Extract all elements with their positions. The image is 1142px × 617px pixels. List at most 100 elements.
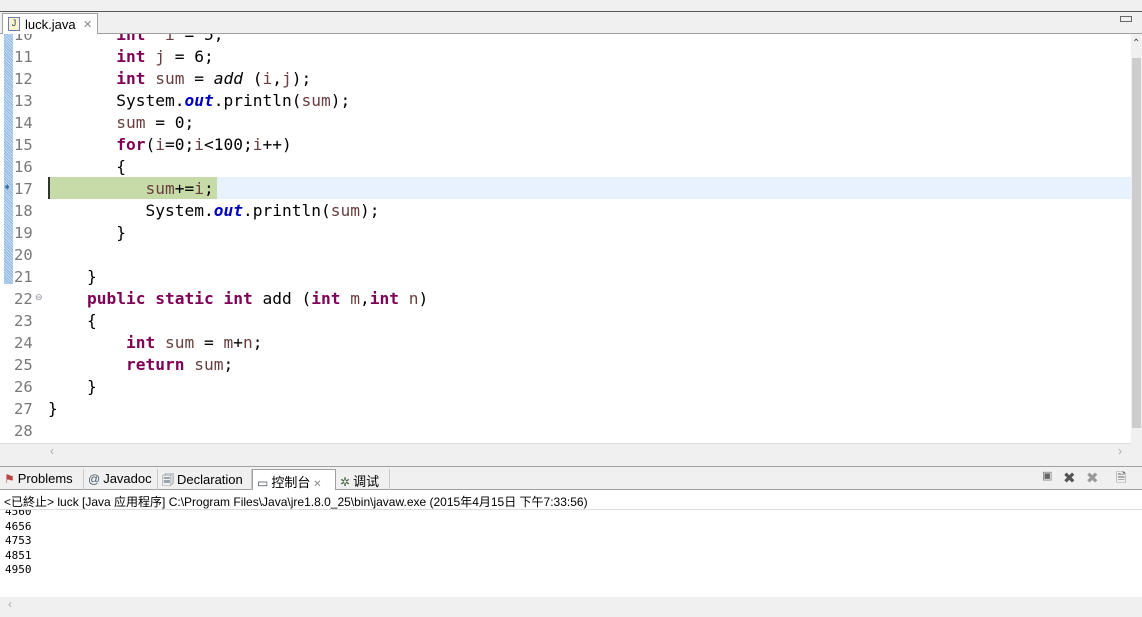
- code-line: }: [116, 222, 126, 244]
- code-token: return: [126, 355, 185, 374]
- close-icon[interactable]: ✕: [83, 18, 92, 31]
- panel-tab[interactable]: @ Javadoc: [84, 469, 158, 490]
- line-number: 15: [14, 136, 33, 154]
- line-number: 20: [14, 246, 33, 264]
- panel-tab-label: 调试: [353, 474, 380, 489]
- line-number: 22: [14, 290, 33, 308]
- panel-tab[interactable]: ▭ 控制台 ✕: [252, 469, 336, 490]
- code-line: }: [48, 398, 58, 420]
- code-token: m: [223, 333, 234, 352]
- console-line: 4851: [5, 548, 32, 562]
- code-token: ): [418, 289, 429, 308]
- code-token: }: [87, 377, 97, 396]
- code-token: =: [194, 333, 224, 352]
- code-line: int i = 5;: [116, 34, 223, 46]
- code-token: n: [243, 333, 253, 352]
- line-number: 13: [14, 92, 33, 110]
- code-token: +: [233, 333, 243, 352]
- code-token: sum: [165, 333, 195, 352]
- terminate-icon[interactable]: ▣: [1042, 469, 1052, 482]
- scroll-up-icon[interactable]: ⌃: [1132, 38, 1140, 49]
- code-token: .println(: [213, 91, 302, 110]
- panel-tab[interactable]: 🗐 Declaration: [158, 469, 252, 490]
- instruction-pointer-icon: ➧: [3, 182, 12, 193]
- line-number: 25: [14, 356, 33, 374]
- code-token: int: [126, 333, 156, 352]
- declaration-icon: 🗐: [162, 473, 174, 487]
- code-token: sum: [194, 355, 224, 374]
- scrollbar-thumb[interactable]: [1132, 58, 1141, 428]
- code-token: i: [155, 135, 165, 154]
- tab-luck-java[interactable]: J luck.java ✕: [2, 13, 98, 35]
- remove-launch-icon[interactable]: ✖: [1063, 469, 1076, 487]
- console-output[interactable]: 4560 4656 4753 4851 4950: [0, 510, 1142, 597]
- panel-tab[interactable]: ⚑ Problems: [0, 469, 84, 490]
- code-token: ++): [262, 135, 292, 154]
- code-line: return sum;: [126, 354, 233, 376]
- line-number: 16: [14, 158, 33, 176]
- code-token: );: [330, 91, 351, 110]
- code-token: }: [116, 223, 126, 242]
- code-token: );: [359, 201, 380, 220]
- remove-all-icon[interactable]: ✖: [1086, 469, 1099, 487]
- code-token: System.: [145, 201, 214, 220]
- code-token: +=: [174, 179, 195, 198]
- code-token: }: [87, 267, 97, 286]
- code-token: n: [408, 289, 419, 308]
- code-token: for: [116, 135, 146, 154]
- code-token: ;: [223, 355, 234, 374]
- line-number: 19: [14, 224, 33, 242]
- code-line: int j = 6;: [116, 46, 213, 68]
- line-number: 11: [14, 48, 33, 66]
- console-line: 4560: [5, 510, 32, 518]
- console-line: 4656: [5, 519, 32, 533]
- code-token: = 5;: [174, 34, 224, 44]
- editor-tab-bar: J luck.java ✕: [0, 12, 1142, 35]
- panel-tab-label: Problems: [17, 471, 73, 486]
- scroll-left-icon[interactable]: ‹: [50, 444, 54, 458]
- scroll-right-icon[interactable]: ›: [1118, 444, 1122, 458]
- code-token: i: [194, 135, 204, 154]
- code-line: }: [87, 266, 97, 288]
- code-token: j: [282, 69, 292, 88]
- line-number: 23: [14, 312, 33, 330]
- line-number: 10: [14, 34, 33, 44]
- close-icon[interactable]: ✕: [310, 479, 321, 490]
- panel-tab-label: Javadoc: [103, 471, 152, 486]
- code-token: =: [184, 69, 214, 88]
- code-token: static: [155, 289, 214, 308]
- code-token: int: [369, 289, 399, 308]
- bottom-panel-tabs: ⚑ Problems @ Javadoc 🗐 Declaration ▭ 控制台 ✕ ✲ 调试: [0, 466, 1142, 490]
- horizontal-scrollbar[interactable]: ‹ ›: [0, 443, 1131, 458]
- code-token: i: [165, 34, 175, 44]
- code-token: {: [116, 157, 126, 176]
- scroll-left-icon[interactable]: ‹: [8, 597, 12, 611]
- code-editor[interactable]: ➧ ⊖ 10 int i = 5; 11 int j = 6; 12 int sum = …: [0, 34, 1131, 443]
- main-toolbar: [0, 0, 1142, 12]
- code-line: for(i=0;i<100;i++): [116, 134, 291, 156]
- code-token: m: [350, 289, 360, 308]
- line-number: 28: [14, 422, 33, 440]
- code-line: int sum = m+n;: [126, 332, 263, 354]
- minimize-icon[interactable]: [1120, 16, 1132, 22]
- code-token: int: [116, 69, 146, 88]
- code-token: int: [116, 34, 146, 44]
- console-header: <已終止> luck [Java 应用程序] C:\Program Files\…: [0, 490, 1142, 510]
- console-icon: ▭: [257, 476, 269, 490]
- clear-console-icon[interactable]: 🗎: [1116, 469, 1126, 491]
- line-number: 24: [14, 334, 33, 352]
- line-number: 21: [14, 268, 33, 286]
- at-icon: @: [88, 472, 101, 486]
- console-horizontal-scrollbar[interactable]: ‹: [0, 597, 1142, 613]
- line-number: 17: [14, 180, 33, 198]
- panel-tab-label: 控制台: [271, 475, 311, 490]
- code-line: {: [87, 310, 97, 332]
- panel-tab[interactable]: ✲ 调试: [336, 469, 390, 490]
